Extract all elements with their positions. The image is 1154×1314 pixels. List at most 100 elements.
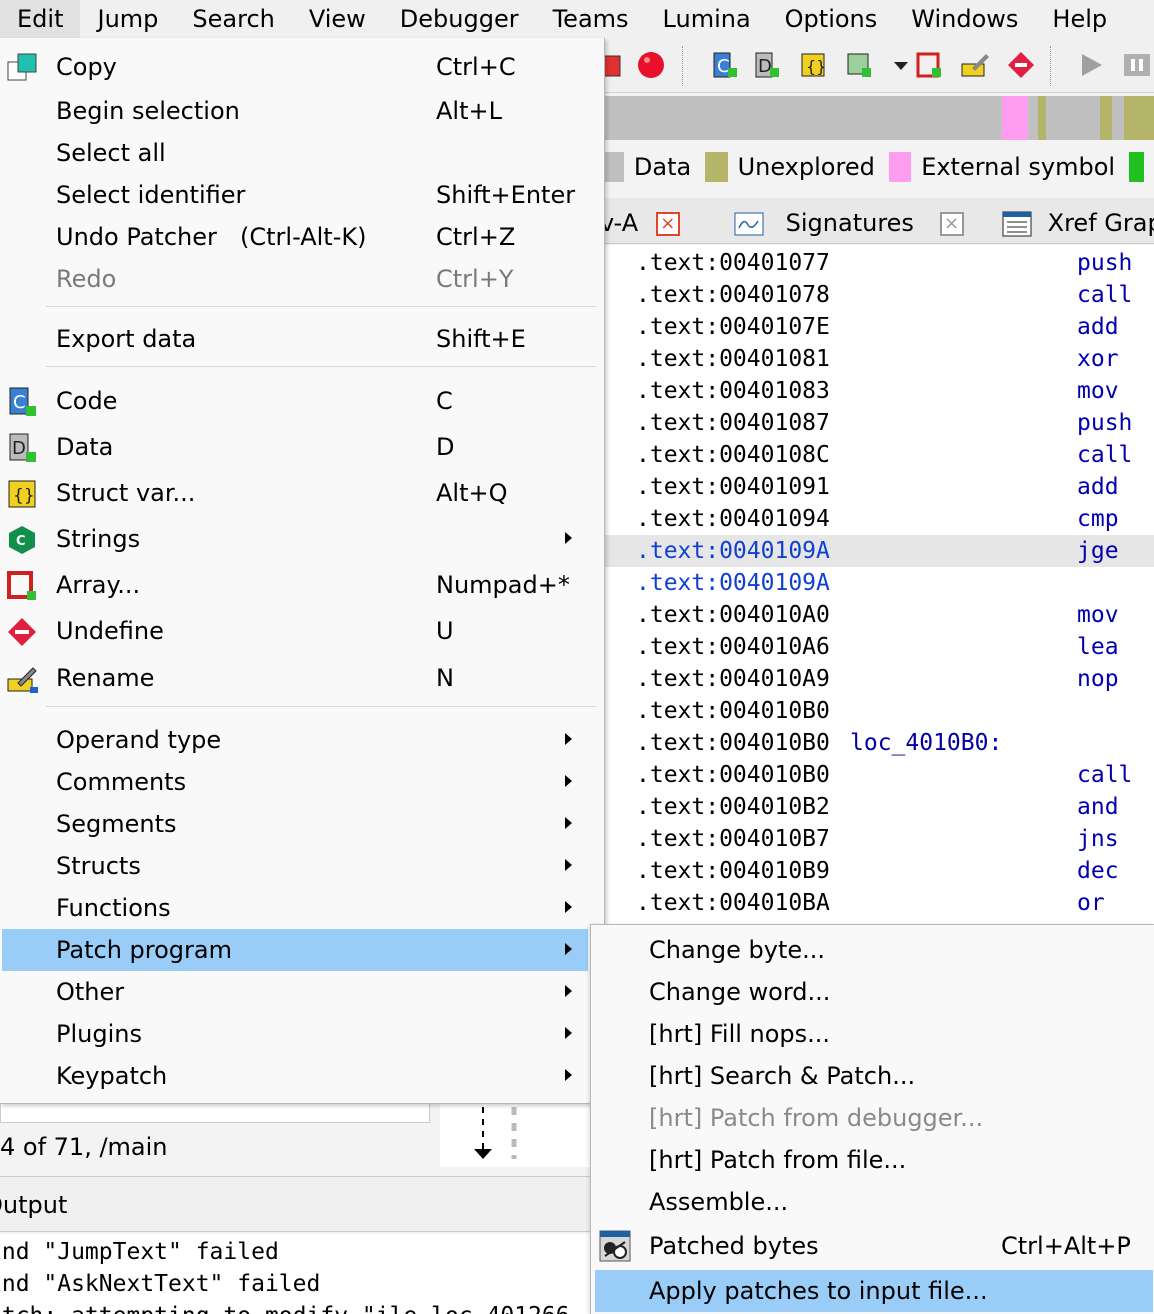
menu-edit[interactable]: Edit xyxy=(0,0,81,38)
submenu-item-change-byte[interactable]: Change byte... xyxy=(591,929,1153,971)
disasm-address: .text:00401078 xyxy=(636,282,830,308)
legend-swatch-function xyxy=(1129,152,1144,182)
submenu-item-apply-patches[interactable]: Apply patches to input file... xyxy=(595,1270,1153,1312)
menu-view[interactable]: View xyxy=(292,0,383,38)
enum-icon[interactable] xyxy=(844,50,874,80)
menu-item-label: Redo xyxy=(56,265,117,293)
disasm-line[interactable]: .text:004010B0 loc_4010B0: xyxy=(600,727,1154,759)
menu-item-label: Plugins xyxy=(56,1020,142,1048)
menu-item-select-identifier[interactable]: Select identifier Shift+Enter xyxy=(0,174,596,216)
menu-item-other[interactable]: Other xyxy=(0,971,596,1013)
menu-help[interactable]: Help xyxy=(1035,0,1124,38)
submenu-item-patched-bytes[interactable]: Patched bytes Ctrl+Alt+P xyxy=(591,1225,1153,1267)
disasm-line[interactable]: .text:004010B0 call xyxy=(600,759,1154,791)
disasm-line[interactable]: .text:004010B7 jns xyxy=(600,823,1154,855)
menu-item-begin-selection[interactable]: Begin selection Alt+L xyxy=(0,90,596,132)
menu-item-structs[interactable]: Structs xyxy=(0,845,596,887)
menu-item-code[interactable]: C Code C xyxy=(0,380,596,422)
dropdown-arrow-icon[interactable] xyxy=(886,50,916,80)
horizontal-scrollbar[interactable] xyxy=(0,1103,430,1123)
menu-item-data[interactable]: D Data D xyxy=(0,426,596,468)
tab-ida-view[interactable]: v-A × xyxy=(600,202,680,244)
disasm-mnemonic: lea xyxy=(1077,634,1119,660)
menu-item-comments[interactable]: Comments xyxy=(0,761,596,803)
array-icon[interactable] xyxy=(914,50,944,80)
menu-item-strings[interactable]: C Strings xyxy=(0,518,596,560)
close-icon[interactable]: × xyxy=(939,212,964,236)
menu-item-struct-var[interactable]: {} Struct var... Alt+Q xyxy=(0,472,596,514)
undefine-icon[interactable] xyxy=(1006,50,1036,80)
signatures-icon xyxy=(734,212,764,236)
disasm-line[interactable]: .text:0040107E add xyxy=(600,311,1154,343)
breakpoint-icon[interactable] xyxy=(636,50,666,80)
submenu-item-search-patch[interactable]: [hrt] Search & Patch... xyxy=(591,1055,1153,1097)
pause-icon[interactable] xyxy=(1122,50,1152,80)
legend-label-external: External symbol xyxy=(921,153,1116,181)
menu-item-keypatch[interactable]: Keypatch xyxy=(0,1055,596,1097)
disasm-line[interactable]: .text:00401094 cmp xyxy=(600,503,1154,535)
disasm-address: .text:00401077 xyxy=(636,250,830,276)
menu-debugger[interactable]: Debugger xyxy=(383,0,536,38)
disasm-line[interactable]: .text:00401083 mov xyxy=(600,375,1154,407)
tab-xref-graph[interactable]: Xref Graph xyxy=(1002,202,1154,244)
data-icon[interactable]: D xyxy=(752,50,782,80)
menu-item-patch-program[interactable]: Patch program xyxy=(2,929,588,971)
menu-jump[interactable]: Jump xyxy=(80,0,175,38)
menu-item-shortcut: Shift+E xyxy=(436,325,526,353)
menu-item-undefine[interactable]: Undefine U xyxy=(0,610,596,652)
output-line: atch: attempting to modify "ile loc 4012… xyxy=(0,1300,570,1314)
submenu-item-change-word[interactable]: Change word... xyxy=(591,971,1153,1013)
graph-overview-pane[interactable] xyxy=(440,1103,590,1167)
output-window[interactable]: and "JumpText" failed and "AskNextText" … xyxy=(0,1234,590,1314)
menu-item-array[interactable]: Array... Numpad+* xyxy=(0,564,596,606)
tab-signatures[interactable]: Signatures × xyxy=(734,202,964,244)
submenu-item-fill-nops[interactable]: [hrt] Fill nops... xyxy=(591,1013,1153,1055)
menu-item-undo-patcher[interactable]: Undo Patcher (Ctrl-Alt-K) Ctrl+Z xyxy=(0,216,596,258)
menu-lumina[interactable]: Lumina xyxy=(646,0,768,38)
menu-item-select-all[interactable]: Select all xyxy=(0,132,596,174)
menu-item-export-data[interactable]: Export data Shift+E xyxy=(0,318,596,360)
menu-search[interactable]: Search xyxy=(175,0,291,38)
disasm-line[interactable]: .text:00401078 call xyxy=(600,279,1154,311)
disasm-line[interactable]: .text:004010A0 mov xyxy=(600,599,1154,631)
menu-item-label: Structs xyxy=(56,852,141,880)
disasm-line[interactable]: .text:004010BA or xyxy=(600,887,1154,919)
disasm-line[interactable]: .text:004010B0 xyxy=(600,695,1154,727)
menu-item-functions[interactable]: Functions xyxy=(0,887,596,929)
menu-item-plugins[interactable]: Plugins xyxy=(0,1013,596,1055)
disasm-line[interactable]: .text:004010B2 and xyxy=(600,791,1154,823)
submenu-item-patch-from-file[interactable]: [hrt] Patch from file... xyxy=(591,1139,1153,1181)
disassembly-view[interactable]: .text:00401077 push .text:00401078 call .t… xyxy=(600,245,1154,925)
struct-icon[interactable]: {} xyxy=(798,50,828,80)
disasm-label[interactable]: loc_4010B0: xyxy=(850,727,1002,759)
code-icon[interactable]: C xyxy=(710,50,740,80)
disasm-line-current[interactable]: .text:0040109A jge xyxy=(600,535,1154,567)
disasm-line[interactable]: .text:00401087 push xyxy=(600,407,1154,439)
menu-item-copy[interactable]: Copy Ctrl+C xyxy=(0,46,596,88)
disasm-line[interactable]: .text:004010A9 nop xyxy=(600,663,1154,695)
disasm-line[interactable]: .text:004010B9 dec xyxy=(600,855,1154,887)
menu-item-operand-type[interactable]: Operand type xyxy=(0,719,596,761)
disasm-line[interactable]: .text:0040109A xyxy=(600,567,1154,599)
navigation-band[interactable] xyxy=(600,96,1154,140)
submenu-item-assemble[interactable]: Assemble... xyxy=(591,1181,1153,1223)
tab-label-signatures: Signatures xyxy=(785,209,914,237)
disasm-line[interactable]: .text:00401077 push xyxy=(600,247,1154,279)
disasm-line[interactable]: .text:0040108C call xyxy=(600,439,1154,471)
menu-item-rename[interactable]: Rename N xyxy=(0,657,596,699)
close-icon[interactable]: × xyxy=(655,212,680,236)
menu-item-segments[interactable]: Segments xyxy=(0,803,596,845)
menu-teams[interactable]: Teams xyxy=(536,0,646,38)
menu-options[interactable]: Options xyxy=(768,0,895,38)
disasm-mnemonic: nop xyxy=(1077,666,1119,692)
disasm-line[interactable]: .text:004010A6 lea xyxy=(600,631,1154,663)
rename-icon[interactable] xyxy=(960,50,990,80)
menu-item-label: Undefine xyxy=(56,617,164,645)
menu-windows[interactable]: Windows xyxy=(894,0,1035,38)
function-path-status: 4 of 71, /main xyxy=(0,1133,168,1161)
disasm-line[interactable]: .text:00401081 xor xyxy=(600,343,1154,375)
svg-text:C: C xyxy=(13,392,26,413)
patched-bytes-icon xyxy=(599,1230,631,1262)
play-icon[interactable] xyxy=(1076,50,1106,80)
disasm-line[interactable]: .text:00401091 add xyxy=(600,471,1154,503)
